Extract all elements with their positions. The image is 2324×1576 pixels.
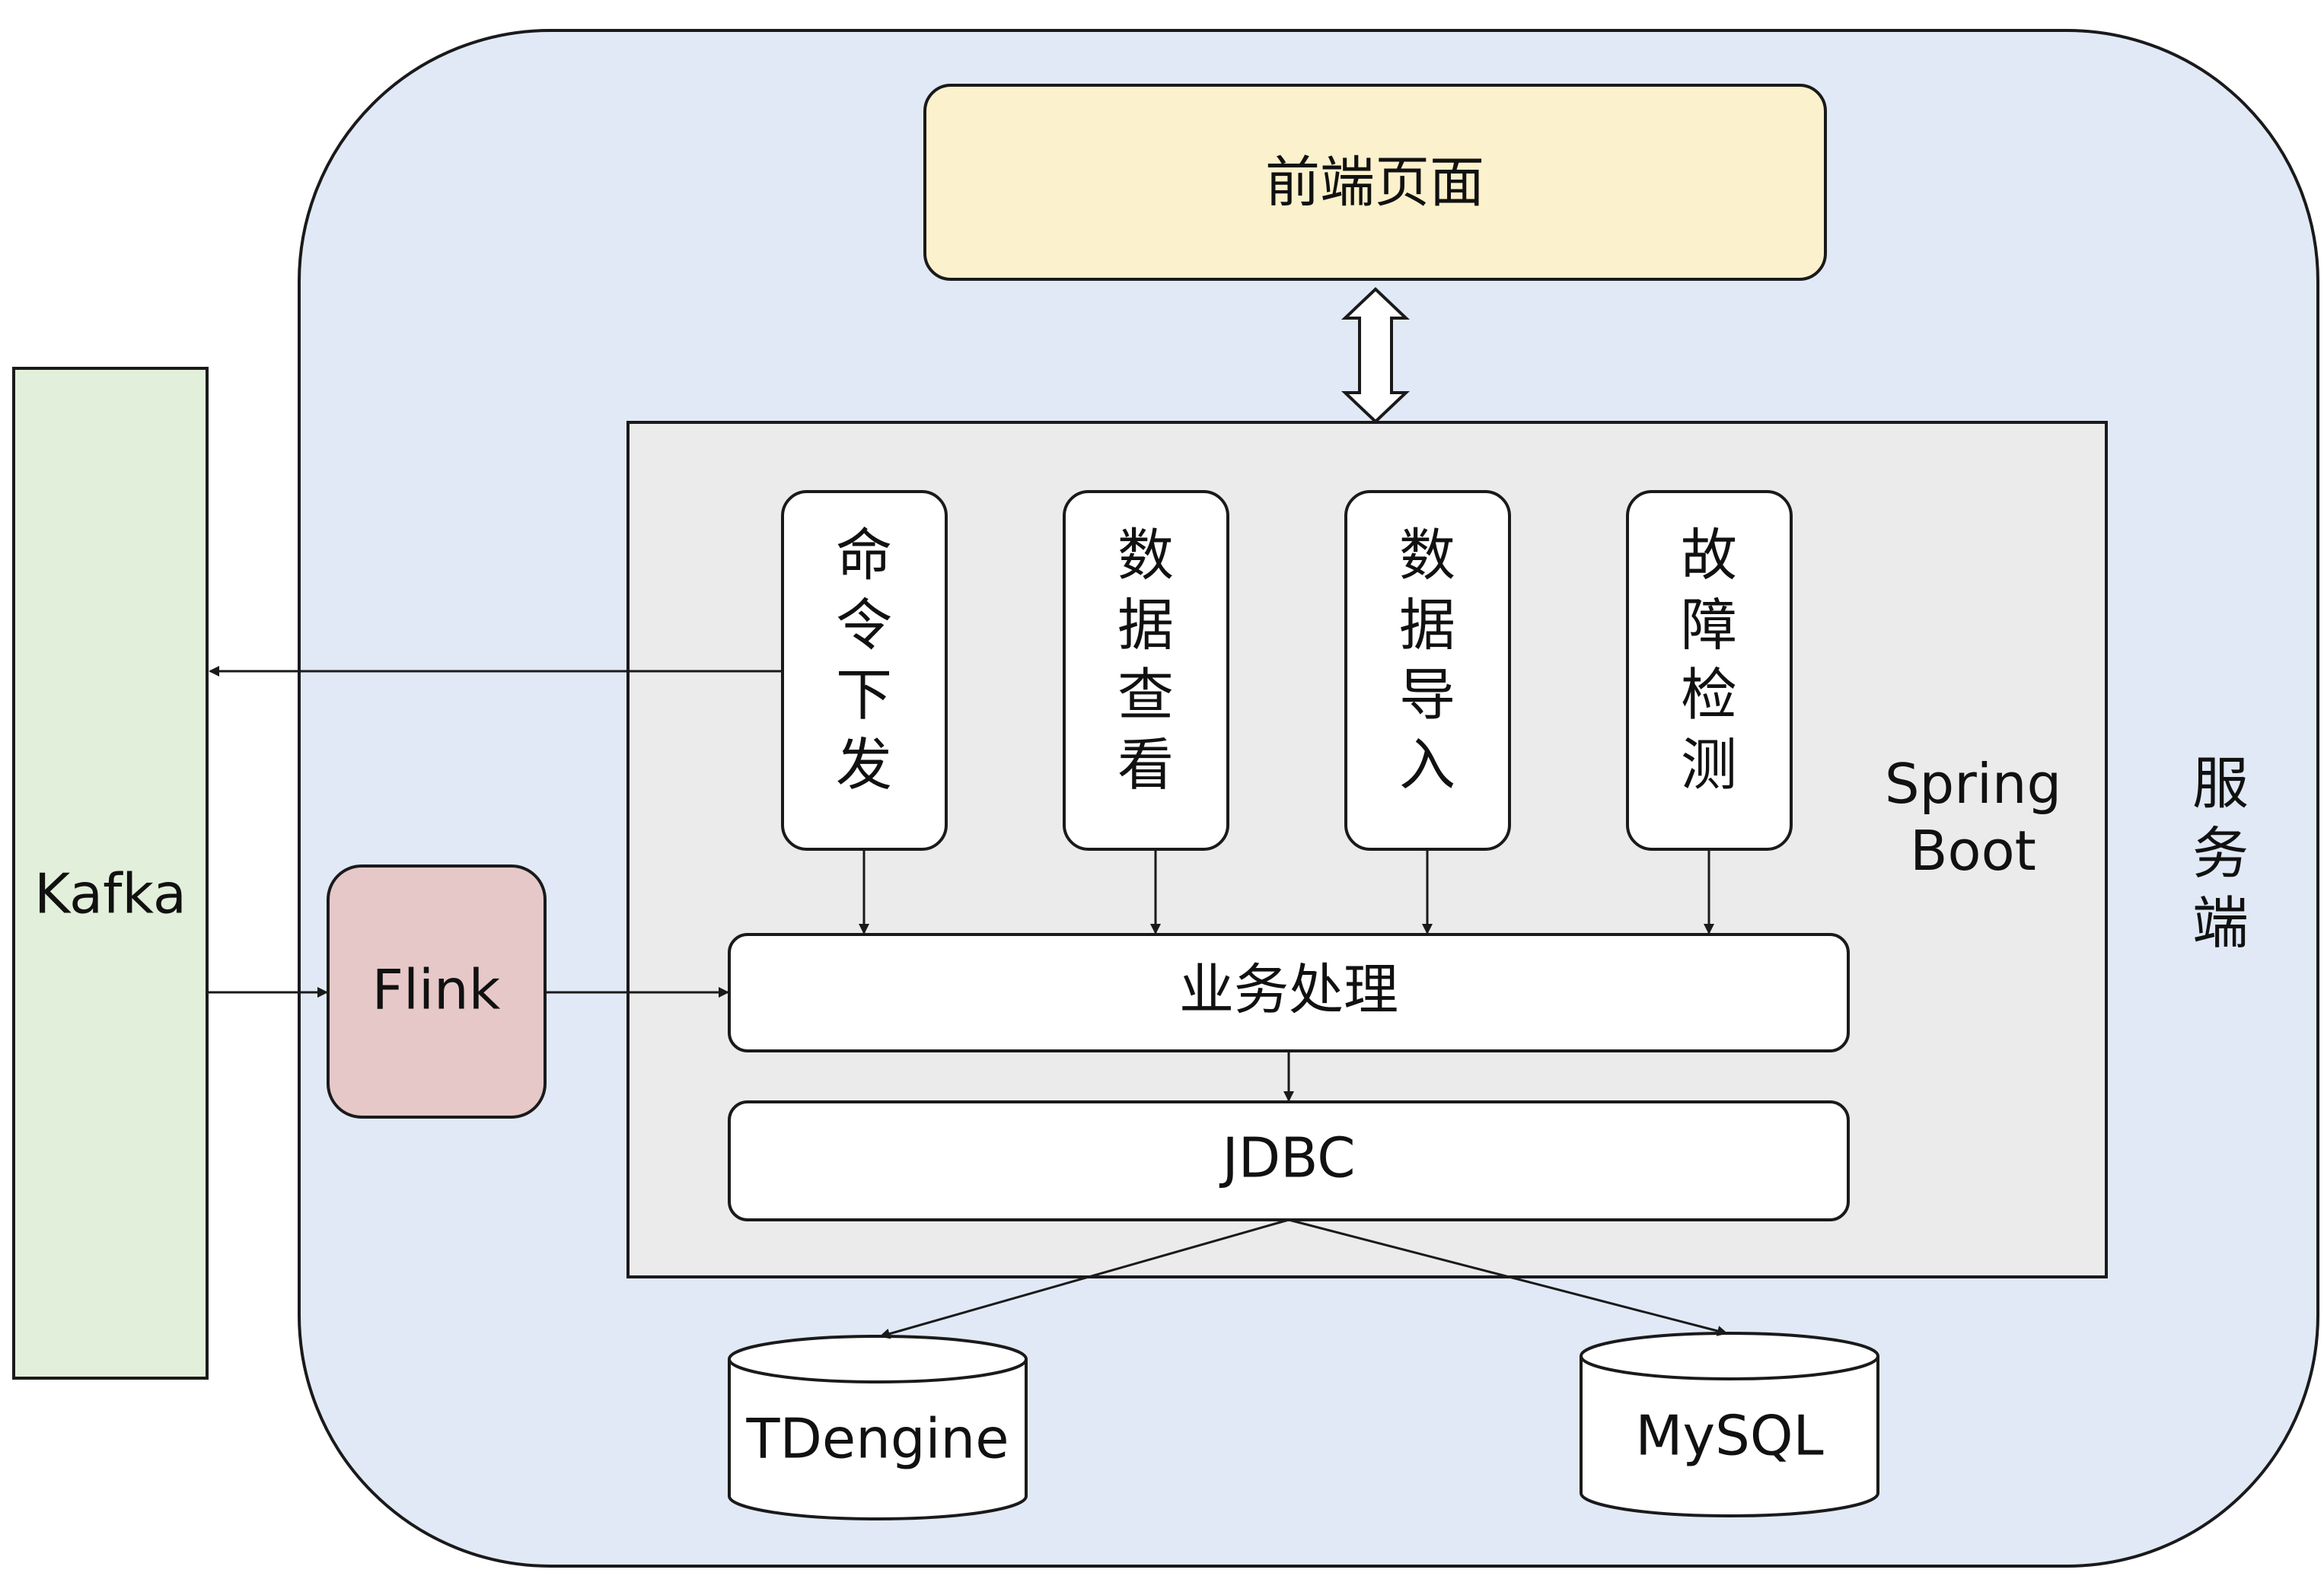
server-label: 服务端 [2192, 751, 2249, 957]
architecture-diagram: 服务端 Kafka 前端页面 Spring Boot 命令下发 数据查看 数据导入… [12, 29, 2319, 1568]
tdengine-label: TDengine [746, 1407, 1009, 1471]
flink-label: Flink [372, 958, 501, 1022]
architecture-diagram-canvas: 服务端 Kafka 前端页面 Spring Boot 命令下发 数据查看 数据导入… [0, 0, 2324, 1576]
business-processing-label: 业务处理 [1179, 958, 1398, 1022]
frontend-label: 前端页面 [1265, 151, 1484, 215]
mysql-label: MySQL [1635, 1404, 1823, 1468]
jdbc-label: JDBC [1219, 1126, 1355, 1190]
kafka-label: Kafka [34, 862, 186, 926]
